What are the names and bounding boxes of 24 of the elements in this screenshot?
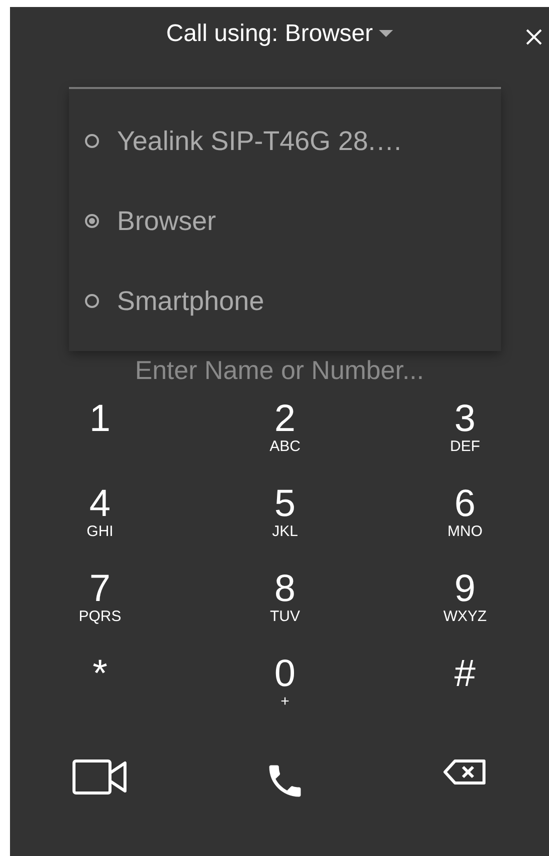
call-option[interactable]: Yealink SIP-T46G 28.…	[69, 101, 501, 181]
keypad-key[interactable]: 3 DEF	[380, 399, 549, 484]
caret-icon	[378, 30, 393, 37]
number-input-field[interactable]: Enter Name or Number...	[100, 355, 460, 385]
keypad-key[interactable]: 5 JKL	[190, 484, 380, 569]
keypad-key[interactable]: 2 ABC	[190, 399, 380, 484]
keypad-key[interactable]: 8 TUV	[190, 569, 380, 654]
video-camera-icon	[72, 759, 128, 795]
keypad-key[interactable]: #	[380, 654, 549, 739]
keypad-key[interactable]: 9 WXYZ	[380, 569, 549, 654]
radio-button[interactable]	[85, 294, 99, 308]
keypad-key[interactable]: 6 MNO	[380, 484, 549, 569]
keypad-key[interactable]: 1	[10, 399, 190, 484]
call-using-dropdown[interactable]: Call using: Browser	[166, 16, 393, 52]
call-option[interactable]: Browser	[69, 181, 501, 261]
keypad-key[interactable]: 0 +	[190, 654, 380, 739]
radio-button[interactable]	[85, 214, 99, 228]
backspace-icon	[443, 759, 487, 785]
keypad-key[interactable]: 7 PQRS	[10, 569, 190, 654]
close-icon	[526, 29, 542, 45]
keypad-key[interactable]: *	[10, 654, 190, 739]
radio-button[interactable]	[85, 134, 99, 148]
keypad-key[interactable]: 4 GHI	[10, 484, 190, 569]
call-option[interactable]: Smartphone	[69, 261, 501, 341]
